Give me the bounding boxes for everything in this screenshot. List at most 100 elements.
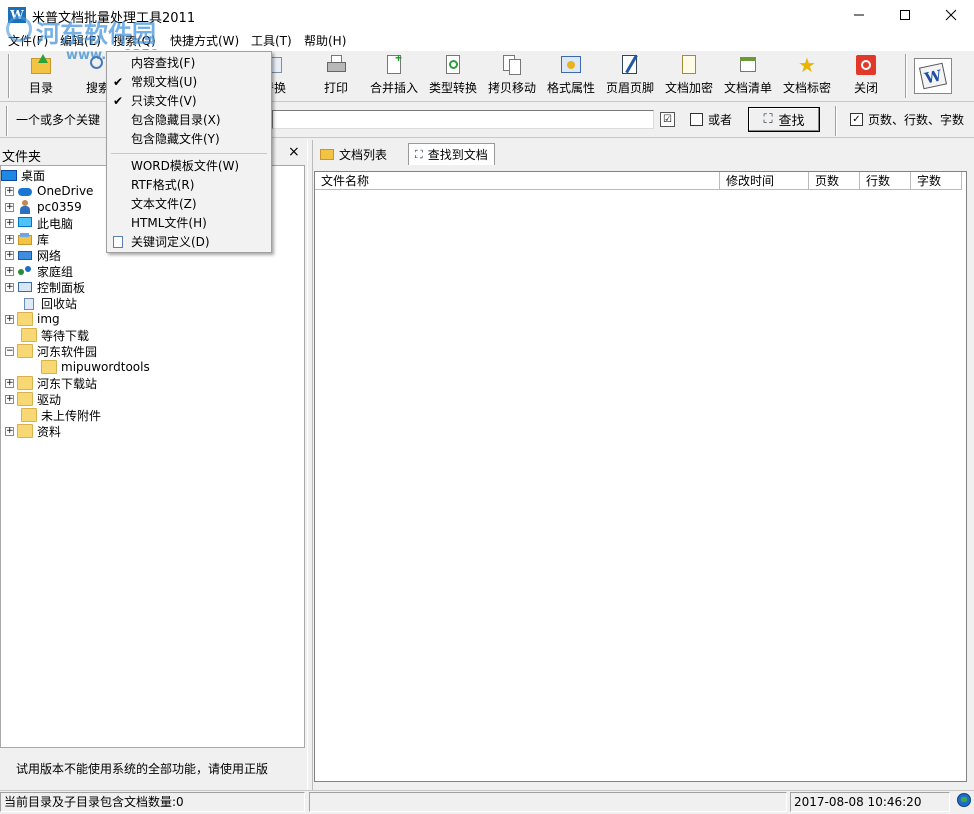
tree-label: 回收站 (41, 296, 78, 311)
menu-item-html-file[interactable]: HTML文件(H) (107, 214, 271, 233)
menu-item-hidden-dirs[interactable]: 包含隐藏目录(X) (107, 111, 271, 130)
expand-icon[interactable]: + (5, 266, 14, 276)
folder-icon (21, 408, 37, 422)
menu-item-word-template[interactable]: WORD模板文件(W) (107, 157, 271, 176)
minimize-button[interactable] (836, 0, 882, 30)
copy-move-label: 拷贝移动 (487, 81, 536, 95)
column-words[interactable]: 字数 (911, 172, 962, 190)
watermark-title: 河东软件园 (36, 20, 156, 48)
menu-item-normal-docs[interactable]: ✔ 常规文档(U) (107, 73, 271, 92)
tree-item-hedong-download[interactable]: + 河东下载站 (5, 375, 97, 391)
tree-item-unuploaded[interactable]: 未上传附件 (21, 407, 101, 423)
maximize-button[interactable] (882, 0, 928, 30)
copy-move-button[interactable]: 拷贝移动 (486, 54, 538, 98)
menu-shortcuts[interactable]: 快捷方式(W) (170, 32, 239, 49)
stats-checkbox[interactable]: ✓ (850, 113, 863, 126)
printer-icon (325, 54, 347, 76)
close-button[interactable]: 关闭 (852, 54, 880, 98)
tree-item-onedrive[interactable]: + OneDrive (5, 183, 93, 199)
user-icon (17, 200, 33, 214)
merge-insert-label: 合并插入 (369, 81, 418, 95)
merge-insert-button[interactable]: + 合并插入 (368, 52, 420, 98)
column-modified[interactable]: 修改时间 (720, 172, 809, 190)
print-button[interactable]: 打印 (320, 54, 352, 98)
tree-item-homegroup[interactable]: + 家庭组 (5, 263, 73, 279)
tree-item-img[interactable]: + img (5, 311, 60, 327)
collapse-icon[interactable]: − (5, 346, 14, 356)
menu-item-keyword-define[interactable]: 关键词定义(D) (107, 233, 271, 252)
tree-item-hedong-software[interactable]: − 河东软件园 (5, 343, 97, 359)
tree-item-desktop[interactable]: 桌面 (1, 167, 45, 183)
header-footer-button[interactable]: 页眉页脚 (604, 54, 656, 98)
tree-item-control-panel[interactable]: + 控制面板 (5, 279, 85, 295)
library-icon (17, 232, 33, 246)
expand-icon[interactable]: + (5, 250, 14, 260)
tree-label: OneDrive (37, 184, 94, 198)
menu-item-hidden-files[interactable]: 包含隐藏文件(Y) (107, 130, 271, 149)
tree-label: pc0359 (37, 200, 82, 214)
directory-button[interactable]: 目录 (24, 54, 58, 98)
tree-label: img (37, 312, 60, 326)
expand-icon[interactable]: + (5, 234, 14, 244)
tree-item-drivers[interactable]: + 驱动 (5, 391, 61, 407)
expand-icon[interactable]: + (5, 426, 14, 436)
tree-item-materials[interactable]: + 资料 (5, 423, 61, 439)
panel-splitter[interactable] (307, 140, 313, 790)
menu-item-readonly-files[interactable]: ✔ 只读文件(V) (107, 92, 271, 111)
expand-icon[interactable]: + (5, 202, 14, 212)
menu-item-label: WORD模板文件(W) (131, 159, 240, 173)
recycle-bin-icon (21, 296, 37, 310)
folder-icon (41, 360, 57, 374)
column-lines[interactable]: 行数 (860, 172, 911, 190)
expand-icon[interactable]: + (5, 218, 14, 228)
tree-item-this-pc[interactable]: + 此电脑 (5, 215, 73, 231)
tree-item-user[interactable]: + pc0359 (5, 199, 82, 215)
menu-item-rtf[interactable]: RTF格式(R) (107, 176, 271, 195)
copy-icon (501, 54, 523, 76)
menu-tools[interactable]: 工具(T) (251, 32, 292, 49)
search-dropdown-menu: 内容查找(F) ✔ 常规文档(U) ✔ 只读文件(V) 包含隐藏目录(X) 包含隐藏… (106, 51, 272, 253)
format-properties-button[interactable]: 格式属性 (545, 54, 597, 98)
close-window-button[interactable] (928, 0, 974, 30)
checkmark-icon: ✔ (113, 94, 124, 108)
app-brand-icon: W (914, 58, 952, 94)
expand-icon[interactable]: + (5, 378, 14, 388)
expand-icon[interactable]: + (5, 314, 14, 324)
network-icon (17, 248, 33, 262)
checkmark-icon: ✔ (113, 75, 124, 89)
tree-item-pending-download[interactable]: 等待下载 (21, 327, 89, 343)
or-checkbox[interactable] (690, 113, 703, 126)
tab-document-list[interactable]: 文档列表 (314, 143, 393, 165)
document-list-button[interactable]: 文档清单 (722, 54, 774, 98)
type-convert-button[interactable]: 类型转换 (427, 54, 479, 98)
classify-button[interactable]: ★ 文档标密 (781, 54, 833, 98)
find-button[interactable]: ⛶ 查找 (748, 107, 820, 132)
tree-item-network[interactable]: + 网络 (5, 247, 61, 263)
tree-item-recycle-bin[interactable]: 回收站 (21, 295, 77, 311)
expand-icon[interactable]: + (5, 394, 14, 404)
column-pages[interactable]: 页数 (809, 172, 860, 190)
tree-label: 驱动 (37, 392, 62, 407)
notepad-icon (113, 236, 123, 248)
panel-close-icon[interactable]: × (288, 144, 300, 160)
keywords-input[interactable] (272, 110, 654, 129)
tree-label: 河东软件园 (37, 344, 98, 359)
toolbar-separator (905, 54, 907, 98)
column-filename[interactable]: 文件名称 (315, 172, 720, 190)
find-label: 查找 (778, 114, 805, 129)
tab-found-documents[interactable]: ⛶ 查找到文档 (408, 143, 495, 165)
tree-item-library[interactable]: + 库 (5, 231, 49, 247)
menu-item-content-search[interactable]: 内容查找(F) (107, 54, 271, 73)
encrypt-button[interactable]: 文档加密 (663, 54, 715, 98)
stats-label: 页数、行数、字数 (868, 113, 965, 127)
keywords-option-icon[interactable]: ☑ (660, 112, 675, 127)
menu-help[interactable]: 帮助(H) (304, 32, 346, 49)
expand-icon[interactable]: + (5, 186, 14, 196)
folder-icon (17, 344, 33, 358)
menu-item-label: 包含隐藏文件(Y) (131, 132, 220, 146)
menu-item-text-file[interactable]: 文本文件(Z) (107, 195, 271, 214)
tree-item-mipuwordtools[interactable]: mipuwordtools (41, 359, 150, 375)
tree-label: 家庭组 (37, 264, 74, 279)
expand-icon[interactable]: + (5, 282, 14, 292)
homegroup-icon (17, 264, 33, 278)
